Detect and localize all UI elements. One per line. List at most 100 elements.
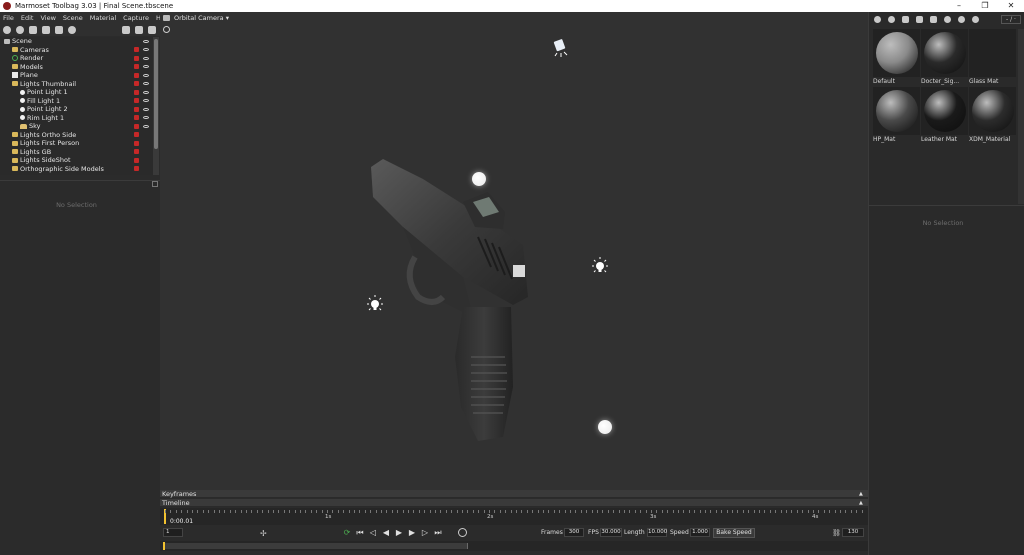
tree-row[interactable]: Fill Light 1	[0, 97, 153, 106]
tree-row[interactable]: Point Light 2	[0, 105, 153, 114]
lock-icon[interactable]	[134, 47, 139, 53]
add-light-icon[interactable]	[16, 25, 24, 34]
tree-row[interactable]: Sky	[0, 122, 153, 131]
visibility-icon[interactable]	[143, 116, 149, 120]
material-thumbnail[interactable]: HP_Mat	[873, 87, 920, 144]
step-forward-icon[interactable]: ▶	[408, 527, 416, 539]
lock-icon[interactable]	[134, 149, 139, 155]
add-material-icon[interactable]	[874, 15, 881, 23]
tree-row[interactable]: Lights Ortho Side	[0, 131, 153, 140]
visibility-icon[interactable]	[143, 107, 149, 111]
lock-icon[interactable]	[134, 140, 139, 146]
tree-row[interactable]: Lights First Person	[0, 139, 153, 148]
expand-arrows-icon[interactable]: ▲	[859, 491, 865, 497]
camera-animation-icon[interactable]	[458, 528, 467, 537]
lock-icon[interactable]	[134, 81, 139, 87]
minimize-button[interactable]: –	[946, 0, 972, 12]
lock-icon[interactable]	[134, 166, 139, 172]
lock-icon[interactable]	[134, 89, 139, 95]
material-folder-icon[interactable]	[916, 15, 923, 23]
add-sky-icon[interactable]	[68, 25, 76, 34]
visibility-icon[interactable]	[143, 99, 149, 103]
bake-speed-button[interactable]: Bake Speed	[713, 528, 755, 538]
camera-selector[interactable]: Orbital Camera ▾	[174, 14, 229, 22]
material-scrollbar[interactable]	[1018, 29, 1024, 204]
next-key-icon[interactable]: ▷	[421, 527, 429, 539]
tree-row[interactable]: Lights SideShot	[0, 156, 153, 165]
expand-arrows-icon[interactable]: ▲	[859, 500, 865, 506]
visibility-icon[interactable]	[143, 39, 149, 43]
loop-icon[interactable]: ⟳	[343, 527, 351, 539]
visibility-icon[interactable]	[143, 48, 149, 52]
scene-tree-scrollbar[interactable]	[153, 37, 159, 175]
visibility-icon[interactable]	[143, 65, 149, 69]
timeline-range-bar[interactable]	[160, 541, 868, 551]
material-thumbnail[interactable]: Glass Mat	[969, 29, 1016, 86]
speed-field[interactable]: 1.000	[690, 528, 710, 537]
step-back-icon[interactable]: ◀	[382, 527, 390, 539]
lock-icon[interactable]	[134, 98, 139, 104]
skip-end-icon[interactable]: ⏭	[434, 527, 442, 539]
material-thumbnail[interactable]: Docter_Sig...	[921, 29, 968, 86]
add-camera-icon[interactable]	[29, 25, 37, 34]
lock-icon[interactable]	[134, 115, 139, 121]
lock-icon[interactable]	[134, 157, 139, 163]
lock-icon[interactable]	[134, 72, 139, 78]
pistol-model[interactable]	[363, 157, 543, 442]
visibility-icon[interactable]	[143, 56, 149, 60]
material-settings-icon[interactable]	[944, 15, 951, 23]
viewport[interactable]: Orbital Camera ▾	[160, 12, 868, 490]
tree-row[interactable]: Scene	[0, 37, 153, 46]
maximize-button[interactable]: ❐	[972, 0, 998, 12]
lock-icon[interactable]	[134, 132, 139, 138]
scrollbar-thumb[interactable]	[154, 39, 158, 149]
duplicate-material-icon[interactable]	[888, 15, 895, 23]
fps-field[interactable]: 30.000	[600, 528, 622, 537]
pick-material-icon[interactable]	[958, 15, 965, 23]
length-field[interactable]: 10.000	[647, 528, 667, 537]
add-turntable-icon[interactable]	[55, 25, 63, 34]
viewport-settings-icon[interactable]	[163, 26, 170, 33]
tree-row[interactable]: Orthographic Side Models	[0, 165, 153, 174]
spot-light-icon[interactable]	[551, 38, 569, 58]
lock-icon[interactable]	[134, 123, 139, 129]
key-icon[interactable]: ✢	[260, 529, 267, 538]
visibility-icon[interactable]	[143, 73, 149, 77]
add-shadow-catcher-icon[interactable]	[42, 25, 50, 34]
visibility-icon[interactable]	[143, 82, 149, 86]
menu-capture[interactable]: Capture	[123, 14, 149, 22]
material-library-icon[interactable]	[972, 15, 979, 23]
add-object-icon[interactable]	[3, 25, 11, 34]
tree-row[interactable]: Models	[0, 63, 153, 72]
new-folder-icon[interactable]	[122, 25, 130, 34]
panel-collapse-icon[interactable]	[152, 181, 158, 187]
menu-material[interactable]: Material	[90, 14, 116, 22]
material-thumbnail[interactable]: XDM_Material	[969, 87, 1016, 144]
end-frame-field[interactable]: 130	[842, 528, 864, 537]
menu-file[interactable]: File	[3, 14, 14, 22]
material-zoom[interactable]: - / ·	[1001, 14, 1021, 24]
tree-row[interactable]: Plane	[0, 71, 153, 80]
point-light-sphere[interactable]	[598, 420, 612, 434]
tree-row[interactable]: Lights GB	[0, 148, 153, 157]
delete-material-icon[interactable]	[930, 15, 937, 23]
tree-row[interactable]: Point Light 1	[0, 88, 153, 97]
tree-row[interactable]: Render	[0, 54, 153, 63]
close-button[interactable]: ✕	[998, 0, 1024, 12]
play-icon[interactable]: ▶	[395, 527, 403, 539]
timeline-header[interactable]: Timeline ▲	[160, 499, 868, 507]
menu-edit[interactable]: Edit	[21, 14, 34, 22]
remove-unused-icon[interactable]	[902, 15, 909, 23]
lock-icon[interactable]	[134, 106, 139, 112]
current-frame-field[interactable]: 1	[163, 528, 183, 537]
visibility-icon[interactable]	[143, 124, 149, 128]
lock-icon[interactable]	[134, 55, 139, 61]
material-thumbnail[interactable]: Leather Mat	[921, 87, 968, 144]
tree-row[interactable]: Cameras	[0, 46, 153, 55]
frames-field[interactable]: 300	[564, 528, 584, 537]
range-fill[interactable]	[164, 543, 468, 549]
duplicate-icon[interactable]	[135, 25, 143, 34]
tree-row[interactable]: Lights Thumbnail	[0, 80, 153, 89]
menu-scene[interactable]: Scene	[63, 14, 83, 22]
lock-icon[interactable]	[134, 64, 139, 70]
